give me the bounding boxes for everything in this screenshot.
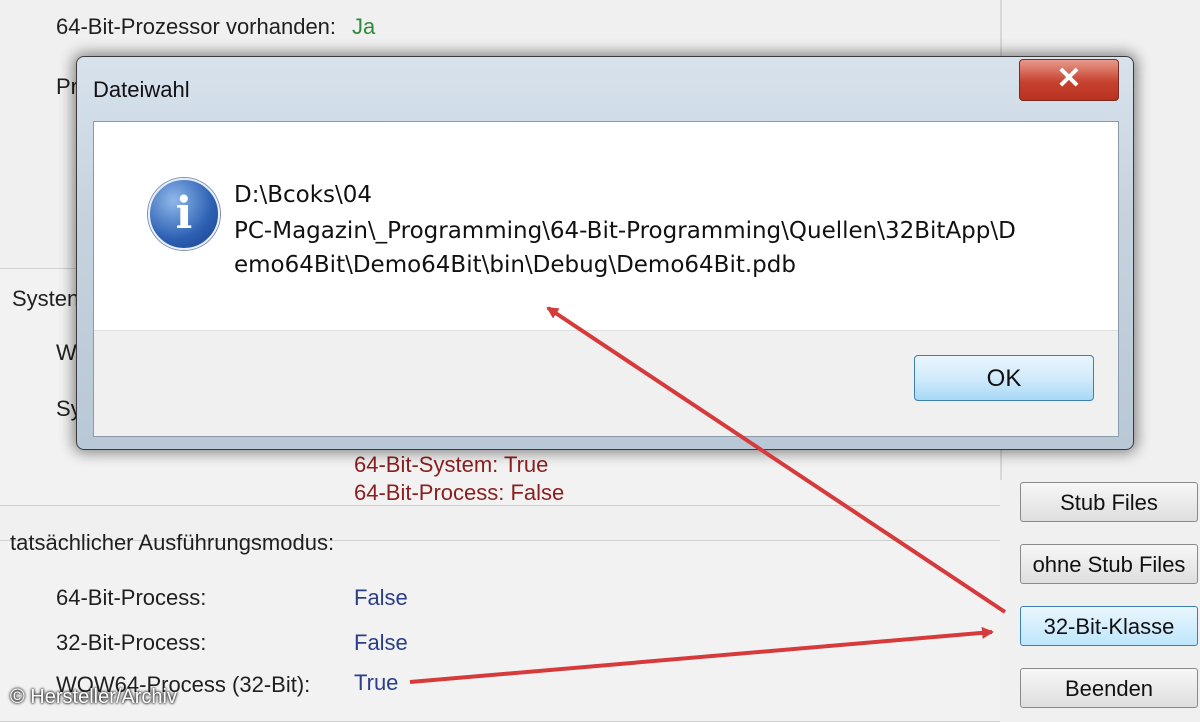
arrow-to-button (409, 626, 994, 684)
annotation-arrows (409, 306, 1007, 684)
image-credit: © Hersteller/Archiv (10, 686, 177, 708)
arrow-to-path (546, 306, 1007, 614)
